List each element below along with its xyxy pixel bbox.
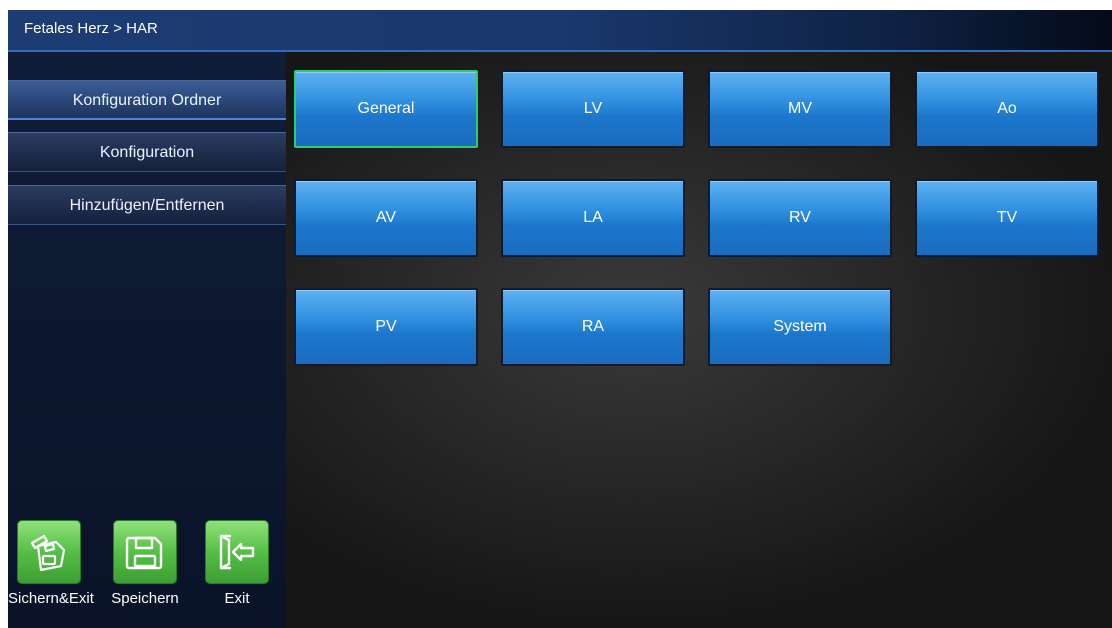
tile-general[interactable]: General xyxy=(294,70,478,148)
exit-button[interactable]: Exit xyxy=(196,520,278,608)
save-button[interactable]: Speichern xyxy=(104,520,186,608)
floppy-disk-icon xyxy=(113,520,177,584)
tile-ra[interactable]: RA xyxy=(501,288,685,366)
save-exit-button[interactable]: Sichern&Exit xyxy=(8,520,94,608)
breadcrumb: Fetales Herz > HAR xyxy=(24,20,158,37)
tile-ao[interactable]: Ao xyxy=(915,70,1099,148)
sidebar: Konfiguration Ordner Konfiguration Hinzu… xyxy=(8,52,286,628)
tile-mv[interactable]: MV xyxy=(708,70,892,148)
tile-system[interactable]: System xyxy=(708,288,892,366)
tile-av[interactable]: AV xyxy=(294,179,478,257)
tile-lv[interactable]: LV xyxy=(501,70,685,148)
tile-pv[interactable]: PV xyxy=(294,288,478,366)
tile-tv[interactable]: TV xyxy=(915,179,1099,257)
category-grid: General LV MV Ao AV LA RV TV PV RA Syste… xyxy=(286,52,1112,628)
save-label: Speichern xyxy=(111,590,179,607)
sidebar-item-hinzufuegen-entfernen[interactable]: Hinzufügen/Entfernen xyxy=(8,185,286,225)
tile-rv[interactable]: RV xyxy=(708,179,892,257)
exit-label: Exit xyxy=(224,590,250,607)
app-screen: Fetales Herz > HAR Konfiguration Ordner … xyxy=(8,10,1112,628)
title-bar: Fetales Herz > HAR xyxy=(8,10,1112,52)
sidebar-item-konfiguration[interactable]: Konfiguration xyxy=(8,132,286,172)
exit-door-icon xyxy=(205,520,269,584)
save-exit-icon xyxy=(17,520,81,584)
sidebar-item-konfiguration-ordner[interactable]: Konfiguration Ordner xyxy=(8,80,286,120)
tile-la[interactable]: LA xyxy=(501,179,685,257)
save-exit-label: Sichern&Exit xyxy=(8,590,94,607)
